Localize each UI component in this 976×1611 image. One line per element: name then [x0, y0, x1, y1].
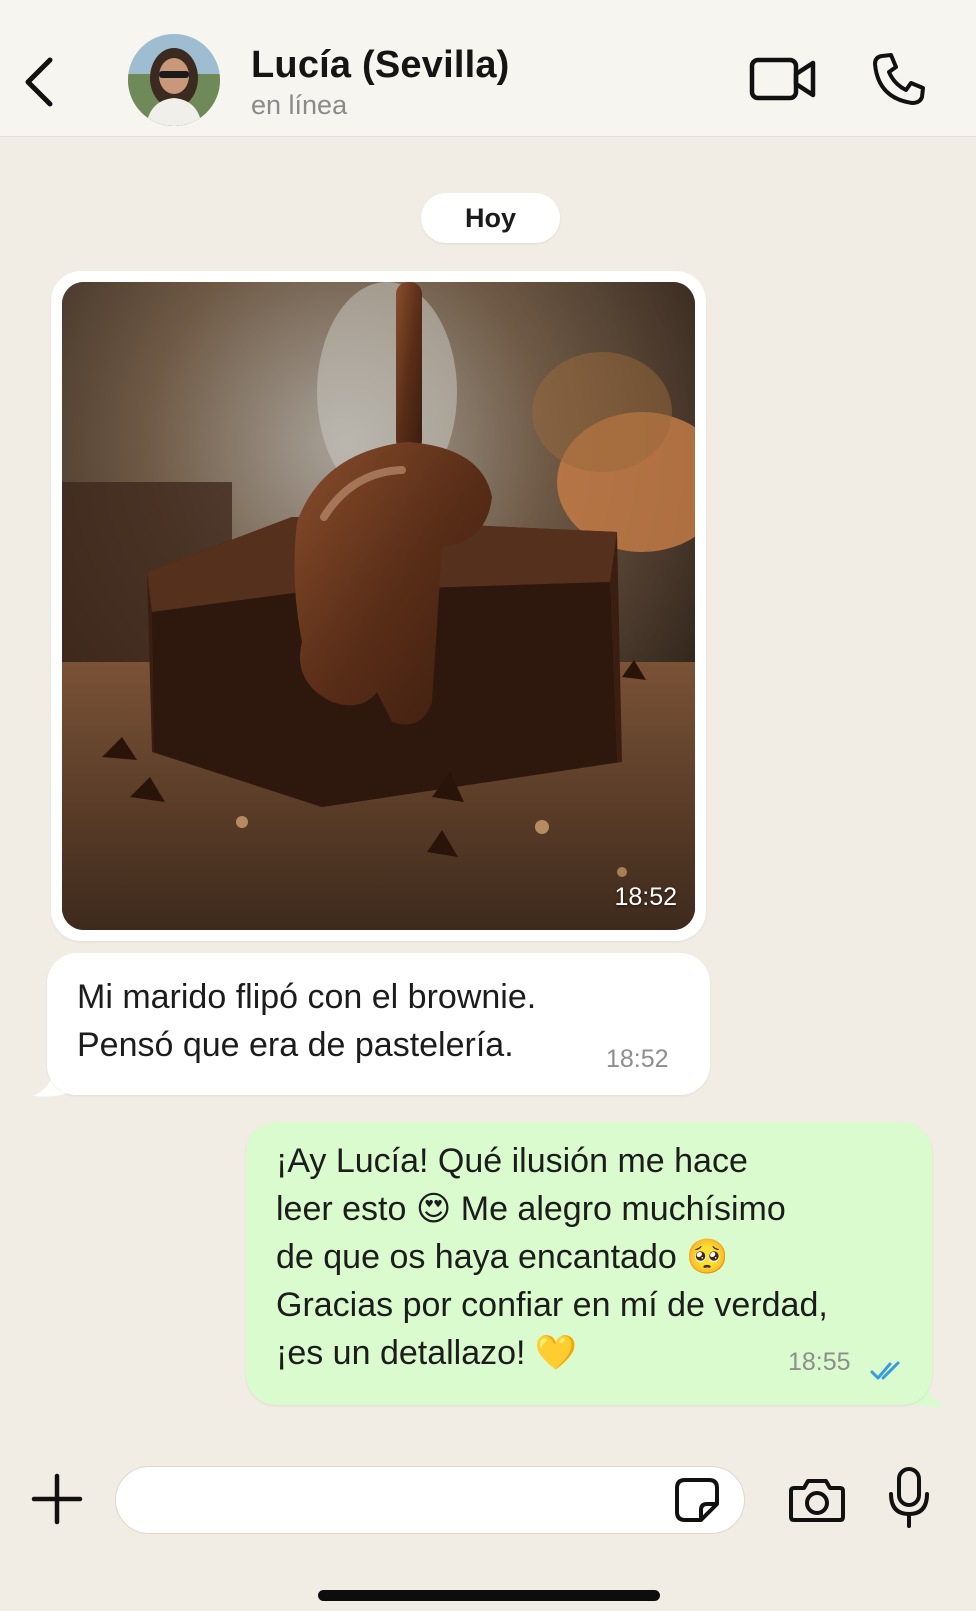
attach-button[interactable] — [30, 1472, 84, 1526]
message-input-container[interactable] — [115, 1466, 745, 1534]
date-separator: Hoy — [421, 193, 560, 243]
message-text: ¡Ay Lucía! Qué ilusión me hace leer esto… — [276, 1142, 828, 1372]
microphone-icon — [889, 1467, 929, 1528]
chat-header: Lucía (Sevilla) en línea — [0, 0, 976, 137]
avatar-photo — [128, 34, 220, 126]
camera-icon — [789, 1479, 845, 1522]
back-button[interactable] — [18, 52, 62, 112]
sticker-icon — [675, 1478, 719, 1522]
message-timestamp: 18:55 — [788, 1348, 851, 1376]
avatar[interactable] — [128, 34, 220, 126]
message-timestamp: 18:52 — [606, 1045, 669, 1073]
outgoing-message-bubble[interactable]: ¡Ay Lucía! Qué ilusión me hace leer esto… — [246, 1122, 932, 1405]
voice-call-button[interactable] — [870, 50, 928, 108]
camera-button[interactable] — [788, 1476, 846, 1524]
read-ticks-icon — [870, 1361, 900, 1380]
contact-name[interactable]: Lucía (Sevilla) — [251, 44, 510, 87]
incoming-message-bubble[interactable]: Mi marido flipó con el brownie. Pensó qu… — [47, 953, 710, 1095]
message-input[interactable] — [140, 1467, 660, 1533]
phone-icon — [873, 53, 925, 105]
video-call-button[interactable] — [749, 52, 817, 106]
brownie-photo-illustration — [62, 282, 695, 930]
sticker-button[interactable] — [673, 1476, 721, 1524]
message-text: Mi marido flipó con el brownie. Pensó qu… — [77, 978, 537, 1064]
brownie-photo[interactable]: 18:52 — [62, 282, 695, 930]
home-indicator — [318, 1590, 660, 1601]
image-message-bubble[interactable]: 18:52 — [51, 271, 706, 941]
image-timestamp: 18:52 — [614, 883, 677, 911]
contact-status: en línea — [251, 90, 348, 120]
video-camera-icon — [749, 57, 816, 101]
plus-icon — [31, 1473, 83, 1525]
voice-message-button[interactable] — [887, 1466, 931, 1530]
chevron-left-icon — [25, 57, 53, 107]
